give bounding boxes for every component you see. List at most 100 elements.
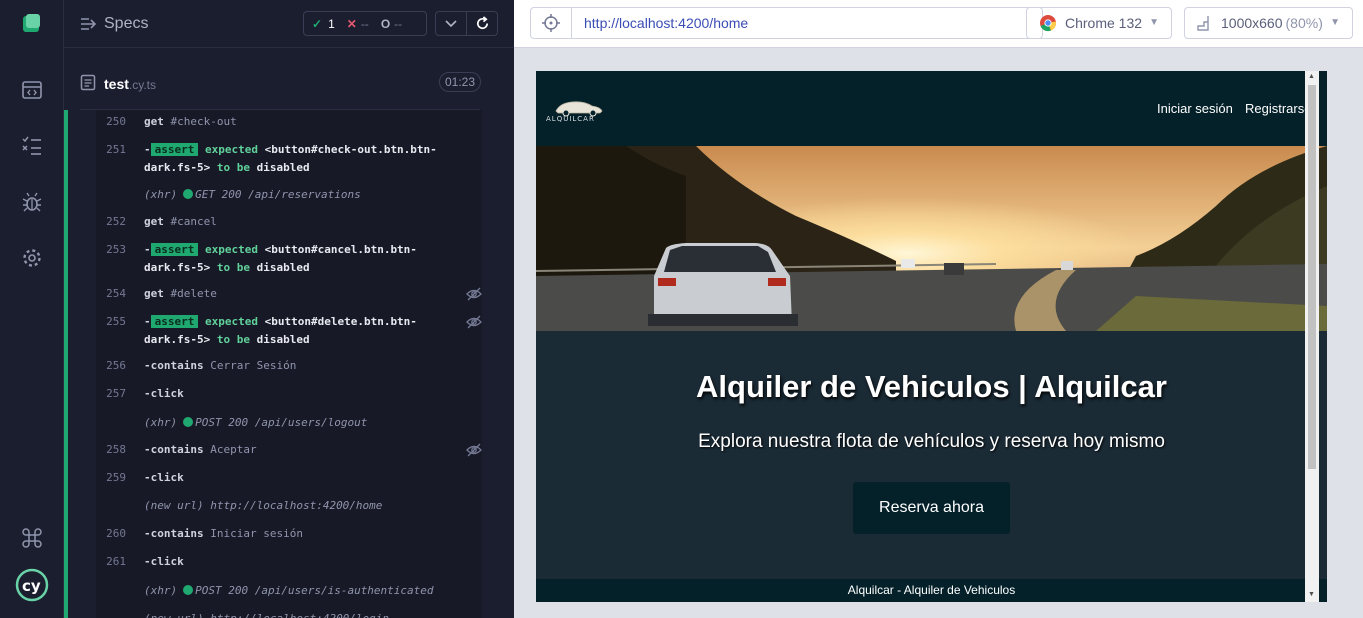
car (648, 243, 798, 326)
assert-subject: <button#cancel.btn.btn- (264, 243, 417, 256)
test-stats: ✓ 1 ✕ -- O -- (303, 11, 427, 36)
login-link[interactable]: Iniciar sesión (1157, 101, 1233, 116)
logo-text: ALQUILCAR (546, 115, 595, 123)
assert-value: disabled (256, 161, 310, 174)
svg-text:cy: cy (22, 577, 41, 595)
chrome-icon (1040, 15, 1056, 32)
command-body: (xhr) GET 200 /api/reservations (144, 186, 474, 204)
rerun-button[interactable] (467, 11, 498, 36)
scroll-up-arrow-icon[interactable]: ▲ (1308, 73, 1315, 80)
command-dash: - (144, 243, 151, 256)
command-line-number: 255 (106, 315, 126, 328)
viewport-ruler-icon (1197, 16, 1209, 31)
scroll-down-arrow-icon[interactable]: ▼ (1308, 591, 1315, 598)
failed-icon: ✕ (346, 16, 357, 31)
nav-runs[interactable] (0, 126, 64, 166)
chevron-down-icon: ▼ (1149, 17, 1159, 28)
reserve-now-button[interactable]: Reserva ahora (853, 482, 1010, 534)
command-body: (new url) http://localhost:4200/login (144, 610, 474, 618)
command-body: - assert expected <button#delete.btn.btn-… (144, 313, 474, 349)
eye-hidden-icon (466, 315, 482, 329)
command-name: click (150, 555, 184, 568)
specs-arrow-icon (81, 18, 97, 30)
testing-preferences-button[interactable] (435, 11, 467, 36)
command-body: get #cancel (144, 213, 474, 231)
command-name: contains (150, 527, 204, 540)
new-url-value: http://localhost:4200/login (210, 612, 389, 618)
command-body: (new url) http://localhost:4200/home (144, 497, 474, 515)
reload-icon (476, 16, 488, 30)
status-dot-icon (183, 585, 194, 595)
chevron-down-icon (445, 19, 457, 27)
command-dash: - (144, 555, 151, 568)
command-selector: Cerrar Sesión (210, 359, 297, 372)
command-name: get (144, 215, 164, 228)
command-dash: - (144, 387, 151, 400)
nav-specs[interactable] (0, 70, 64, 110)
command-dash: - (144, 143, 151, 156)
nav-settings[interactable] (0, 238, 64, 278)
command-body: (xhr) POST 200 /api/users/logout (144, 414, 474, 432)
command-line-number: 261 (106, 555, 126, 568)
specs-toggle[interactable]: Specs (104, 15, 148, 33)
assert-badge: assert (150, 143, 199, 156)
url-field[interactable]: http://localhost:4200/home (571, 7, 1043, 39)
command-body: -click (144, 469, 474, 487)
crosshair-icon (542, 14, 560, 32)
command-body: get #delete (144, 285, 474, 303)
page-subtitle: Explora nuestra flota de vehículos y res… (698, 431, 1165, 452)
reporter-header: Specs ✓ 1 ✕ -- O -- (64, 0, 514, 48)
assert-to-be: to be (216, 333, 250, 346)
command-name: click (150, 387, 184, 400)
assert-value: disabled (256, 261, 310, 274)
page-title: Alquiler de Vehiculos | Alquilcar (696, 369, 1167, 404)
command-body: -contains Iniciar sesión (144, 525, 474, 543)
spec-extension: .cy.ts (128, 78, 157, 92)
command-selector: Iniciar sesión (210, 527, 303, 540)
spec-file-name: test.cy.ts (104, 76, 156, 92)
command-body: - assert expected <button#cancel.btn.btn-… (144, 241, 474, 277)
command-body: -click (144, 385, 474, 403)
browser-selector[interactable]: Chrome 132 ▼ (1026, 7, 1172, 39)
assert-expected: expected (205, 315, 258, 328)
command-dash: - (144, 315, 151, 328)
selector-playground-button[interactable] (530, 7, 572, 39)
command-dash: - (144, 359, 151, 372)
pending-count: -- (394, 16, 403, 31)
passed-count: 1 (328, 16, 335, 31)
command-name: contains (150, 359, 204, 372)
command-selector: Aceptar (210, 443, 257, 456)
run-status-bar (64, 110, 68, 618)
command-line-number: 256 (106, 359, 126, 372)
assert-subject-cont: dark.fs-5> (144, 161, 211, 174)
xhr-request: GET 200 /api/reservations (195, 188, 361, 201)
aut-scrollbar-thumb[interactable] (1308, 85, 1316, 469)
assert-subject-cont: dark.fs-5> (144, 333, 211, 346)
status-dot-icon (183, 189, 194, 199)
aut-scrollbar[interactable]: ▲ ▼ (1305, 71, 1319, 602)
eye-hidden-icon (466, 443, 482, 457)
cypress-logo[interactable]: cy (0, 565, 64, 605)
status-dot-icon (183, 417, 194, 427)
viewport-info[interactable]: 1000x660 (80%) ▼ (1184, 7, 1353, 39)
assert-subject: <button#check-out.btn.btn- (264, 143, 437, 156)
app-logo-icon (23, 14, 40, 32)
keyboard-shortcuts[interactable] (0, 518, 64, 558)
command-selector: #delete (170, 287, 217, 300)
command-line-number: 257 (106, 387, 126, 400)
assert-subject: <button#delete.btn.btn- (264, 315, 417, 328)
assert-badge: assert (150, 315, 199, 328)
document-icon (80, 74, 96, 91)
xhr-request: POST 200 /api/users/logout (195, 416, 368, 429)
side-nav: cy (0, 0, 64, 618)
cypress-app-logo[interactable] (0, 4, 64, 44)
command-body: -contains Cerrar Sesión (144, 357, 474, 375)
assert-expected: expected (205, 143, 258, 156)
specs-icon (22, 81, 42, 99)
runs-list-icon (22, 136, 41, 155)
nav-debug[interactable] (0, 182, 64, 222)
browser-toolbar: http://localhost:4200/home Chrome 132 ▼ … (514, 0, 1363, 48)
register-link[interactable]: Registrarse (1245, 101, 1311, 116)
command-line-number: 258 (106, 443, 126, 456)
command-log: 250 get #check-out 251- assert expected <bu… (64, 110, 498, 618)
